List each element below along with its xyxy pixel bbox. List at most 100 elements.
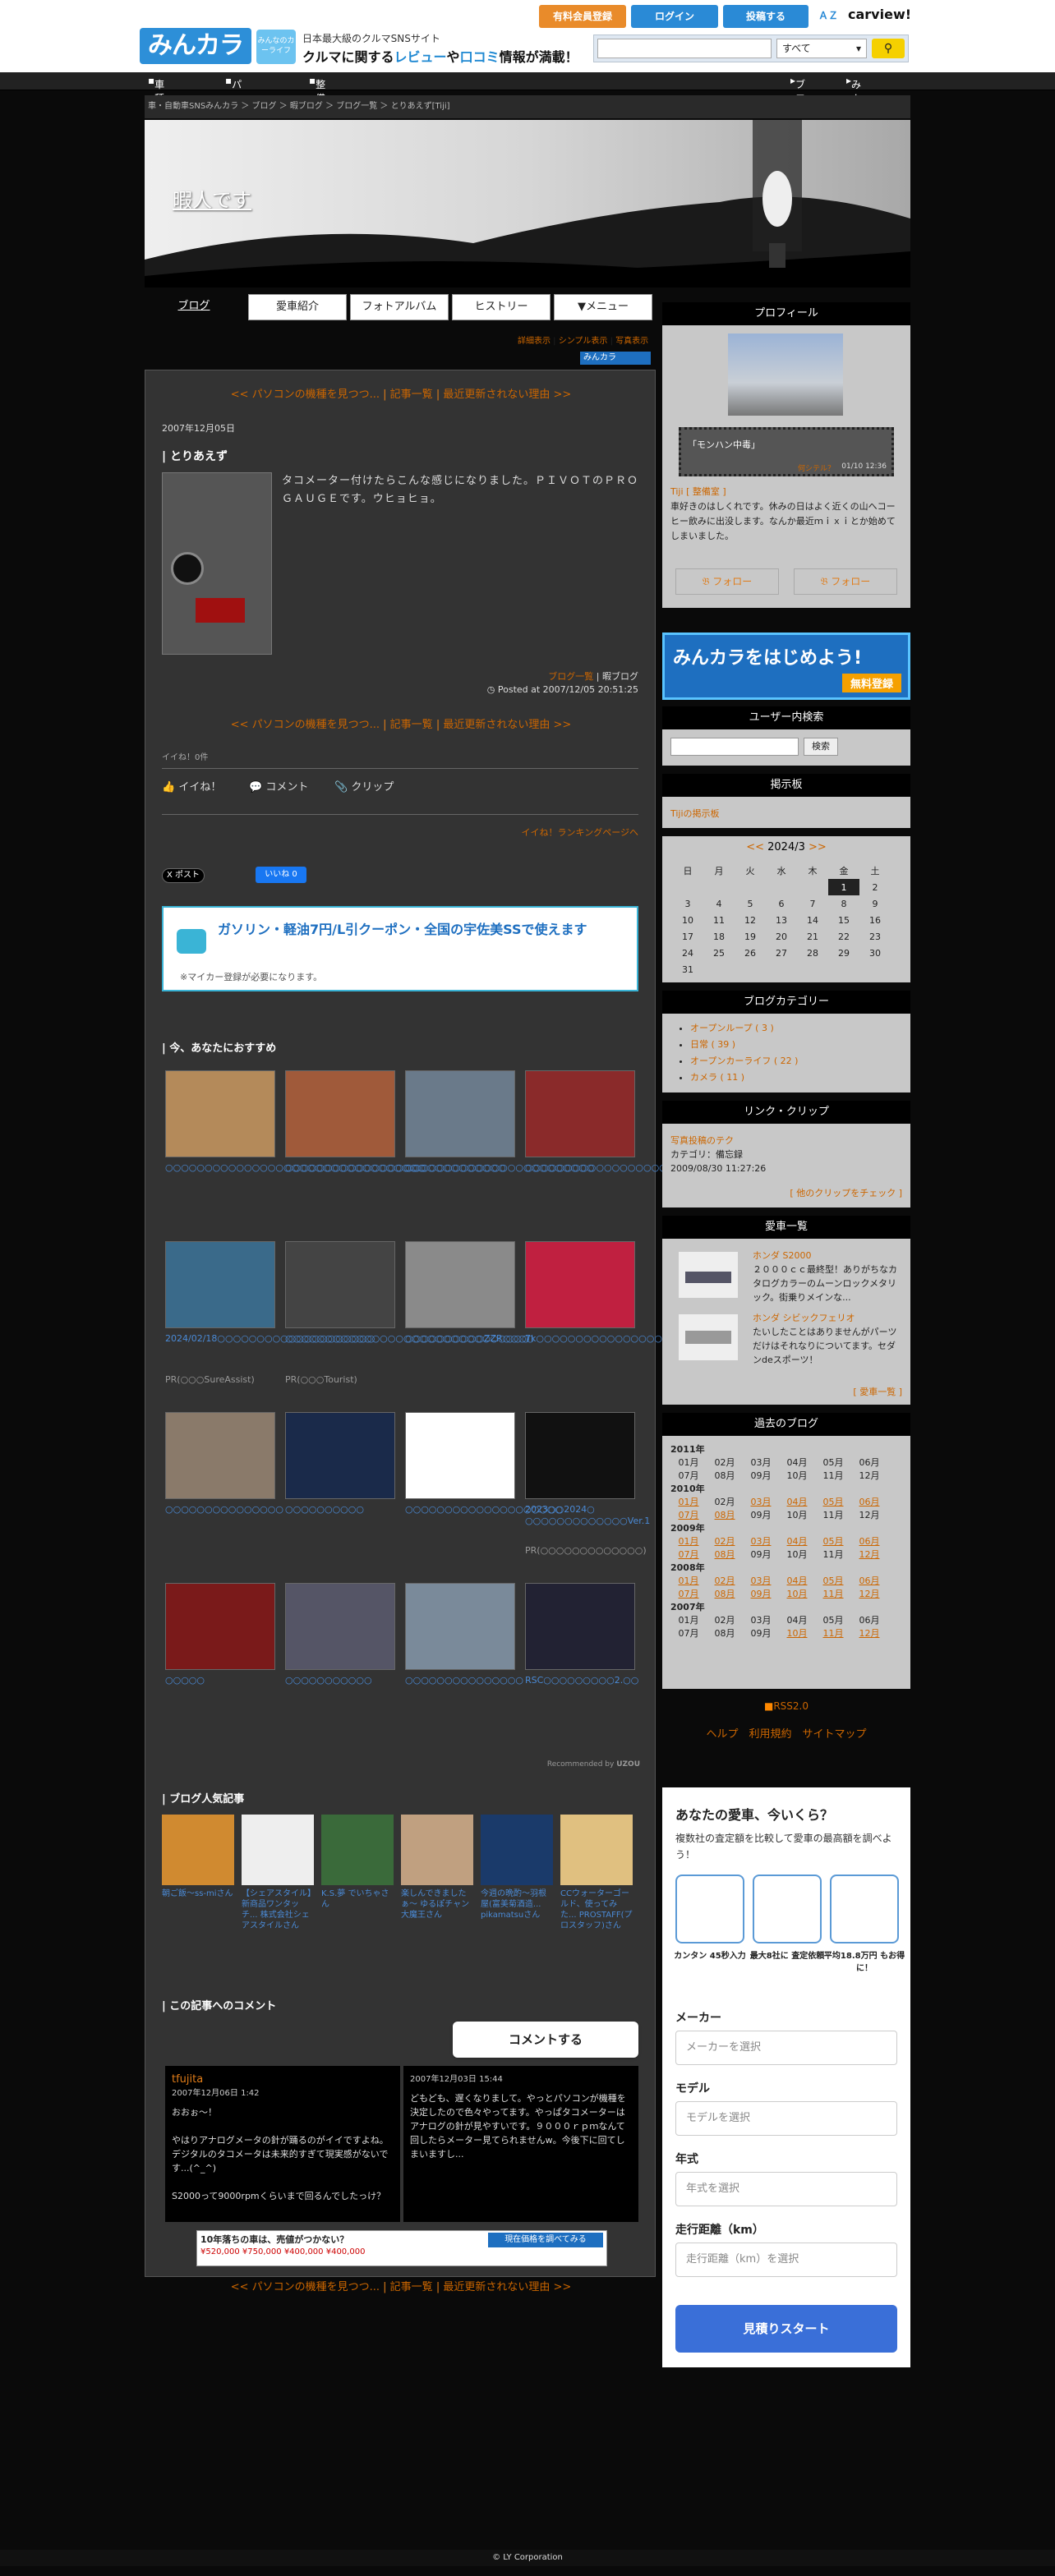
- recommend-thumbnail[interactable]: [165, 1583, 275, 1670]
- profile-photo[interactable]: [728, 334, 843, 416]
- archive-month[interactable]: 06月: [851, 1574, 887, 1587]
- az-logo[interactable]: ＡＺ: [818, 8, 838, 22]
- archive-month[interactable]: 11月: [815, 1626, 851, 1640]
- site-logo[interactable]: みんカラ: [140, 28, 251, 64]
- nav-maintenance[interactable]: ▪ 整備手帳: [309, 75, 325, 132]
- popular-caption[interactable]: CCウォーターゴールド、使ってみた... PROSTAFF(プロスタッフ)さん: [560, 1888, 633, 1931]
- carview-logo[interactable]: carview!: [848, 7, 911, 22]
- follow-button[interactable]: 𝔅 フォロー: [675, 568, 779, 595]
- archive-month[interactable]: 07月: [670, 1587, 707, 1600]
- popular-caption[interactable]: K.S.夢 でいちゃさん: [321, 1888, 394, 1910]
- recommend-thumbnail[interactable]: [285, 1241, 395, 1328]
- view-photo-link[interactable]: 写真表示: [615, 337, 648, 346]
- archive-month[interactable]: 03月: [743, 1574, 779, 1587]
- view-detail-link[interactable]: 詳細表示: [518, 337, 551, 346]
- popular-caption[interactable]: 【シェアスタイル】新商品ワンタッチ... 株式会社シェアスタイルさん: [242, 1888, 314, 1931]
- popular-thumbnail[interactable]: [162, 1815, 234, 1885]
- recommend-caption[interactable]: ○○○○○○○○○○○○○○○○○○○○○○○○: [405, 1162, 594, 1174]
- recommend-caption[interactable]: ○○○○○○○○○○ZZR○○○○: [405, 1333, 534, 1345]
- archive-month[interactable]: 07月: [670, 1508, 707, 1521]
- recommend-thumbnail[interactable]: [285, 1412, 395, 1499]
- ad-cta-button[interactable]: 現在価格を調べてみる: [488, 2233, 603, 2247]
- nav-car-info[interactable]: ▪ 車種別情報: [148, 75, 164, 146]
- nav-blog[interactable]: ▸ ブログ: [790, 75, 805, 118]
- archive-month[interactable]: 02月: [707, 1574, 743, 1587]
- recommend-caption[interactable]: ○○○○○○○○○○○: [285, 1675, 395, 1686]
- archive-month[interactable]: 01月: [670, 1495, 707, 1508]
- nav-minkara-plus[interactable]: ▸ みんカラ+: [846, 75, 861, 145]
- recommend-caption[interactable]: ○○○○○○○○○○○○○○○○○○○○: [405, 1504, 563, 1516]
- search-category-select[interactable]: すべて ▾: [776, 39, 867, 58]
- recommend-caption[interactable]: 2024/02/18○○○○○○○○○○○○○○○○○○○○: [165, 1333, 375, 1345]
- year-select[interactable]: 年式を選択: [675, 2172, 897, 2206]
- view-simple-link[interactable]: シンプル表示: [559, 337, 608, 346]
- popular-thumbnail[interactable]: [321, 1815, 394, 1885]
- model-select[interactable]: モデルを選択: [675, 2101, 897, 2136]
- blog-title[interactable]: 暇人です: [173, 184, 251, 213]
- post-list-link-bottom[interactable]: 記事一覧: [390, 719, 433, 731]
- popular-thumbnail[interactable]: [242, 1815, 314, 1885]
- category-item[interactable]: 日常 ( 39 ): [690, 1037, 798, 1053]
- recommend-caption[interactable]: ○○○○○○○○○○○○○○○: [165, 1504, 283, 1516]
- next-post-link-footer[interactable]: >>: [554, 2281, 572, 2293]
- post-list-link-footer[interactable]: 記事一覧: [390, 2281, 433, 2293]
- archive-month[interactable]: 10月: [779, 1587, 815, 1600]
- sitemap-link[interactable]: サイトマップ: [803, 1728, 867, 1741]
- blog-list-link[interactable]: ブログ一覧: [548, 671, 593, 682]
- tab-history[interactable]: ヒストリー: [452, 294, 551, 320]
- recommend-thumbnail[interactable]: [525, 1241, 635, 1328]
- archive-month[interactable]: 09月: [743, 1587, 779, 1600]
- user-search-input[interactable]: [670, 738, 799, 756]
- archive-month[interactable]: 12月: [851, 1587, 887, 1600]
- join-minkara-banner[interactable]: みんカラをはじめよう! 無料登録: [662, 632, 910, 700]
- car-thumbnail[interactable]: [679, 1252, 738, 1298]
- nav-parts-review[interactable]: ▪ パーツレビュー: [225, 75, 242, 174]
- post-photo[interactable]: [162, 472, 272, 655]
- archive-month[interactable]: 12月: [851, 1548, 887, 1561]
- tab-photo-album[interactable]: フォトアルバム: [350, 294, 449, 320]
- recommend-thumbnail[interactable]: [165, 1412, 275, 1499]
- archive-month[interactable]: 01月: [670, 1574, 707, 1587]
- follow-button-2[interactable]: 𝔅 フォロー: [794, 568, 897, 595]
- clip-link[interactable]: 写真投稿のテク: [670, 1135, 734, 1146]
- archive-month[interactable]: 03月: [743, 1495, 779, 1508]
- archive-month[interactable]: 04月: [779, 1534, 815, 1548]
- tab-car-intro[interactable]: 愛車紹介: [248, 294, 347, 320]
- facebook-like-button[interactable]: いいね 0: [256, 867, 306, 883]
- recommend-thumbnail[interactable]: [165, 1070, 275, 1157]
- login-button[interactable]: ログイン: [631, 5, 718, 28]
- calendar-next[interactable]: >>: [809, 841, 827, 853]
- recommend-caption[interactable]: ○○○○○○○○○○○○○○○: [405, 1675, 523, 1686]
- archive-month[interactable]: 06月: [851, 1534, 887, 1548]
- archive-month[interactable]: 07月: [670, 1548, 707, 1561]
- post-list-link[interactable]: 記事一覧: [390, 389, 433, 401]
- recommend-thumbnail[interactable]: [525, 1583, 635, 1670]
- recommend-thumbnail[interactable]: [165, 1241, 275, 1328]
- archive-month[interactable]: 05月: [815, 1574, 851, 1587]
- recommend-thumbnail[interactable]: [405, 1241, 515, 1328]
- next-post-link[interactable]: >>: [554, 389, 572, 401]
- minkara-share-badge[interactable]: みんカラ: [580, 352, 651, 365]
- archive-month[interactable]: 05月: [815, 1534, 851, 1548]
- archive-month[interactable]: 12月: [851, 1626, 887, 1640]
- search-input[interactable]: [597, 39, 772, 58]
- car-link[interactable]: ホンダ シビックフェリオ: [753, 1313, 855, 1323]
- recommend-thumbnail[interactable]: [285, 1070, 395, 1157]
- archive-month[interactable]: 03月: [743, 1534, 779, 1548]
- tab-menu[interactable]: ▼メニュー: [554, 294, 652, 320]
- archive-month[interactable]: 11月: [815, 1587, 851, 1600]
- profile-user-link[interactable]: Tiji: [670, 486, 684, 497]
- category-item[interactable]: オープンループ ( 3 ): [690, 1020, 798, 1037]
- car-link[interactable]: ホンダ S2000: [753, 1250, 811, 1261]
- archive-month[interactable]: 05月: [815, 1495, 851, 1508]
- notice-link[interactable]: 最近更新されない理由: [443, 389, 550, 401]
- notice-link-footer[interactable]: 最近更新されない理由: [443, 2281, 550, 2293]
- clip-button[interactable]: 📎 クリップ: [334, 778, 394, 794]
- recommend-caption[interactable]: ○○○○○○○○○○○○○○○○○○○○○○○○○○○○○○○: [285, 1333, 530, 1345]
- comment-button[interactable]: 💬 コメント: [249, 778, 308, 794]
- ranking-link[interactable]: イイね！ランキングページへ: [522, 826, 638, 839]
- recommend-caption[interactable]: ○○○○○○○○○○○○○○○○○○○: [525, 1162, 675, 1174]
- recommend-thumbnail[interactable]: [525, 1070, 635, 1157]
- maintenance-link[interactable]: [ 整備室 ]: [686, 486, 726, 497]
- popular-caption[interactable]: 朝ご飯～ss-miさん: [162, 1888, 234, 1899]
